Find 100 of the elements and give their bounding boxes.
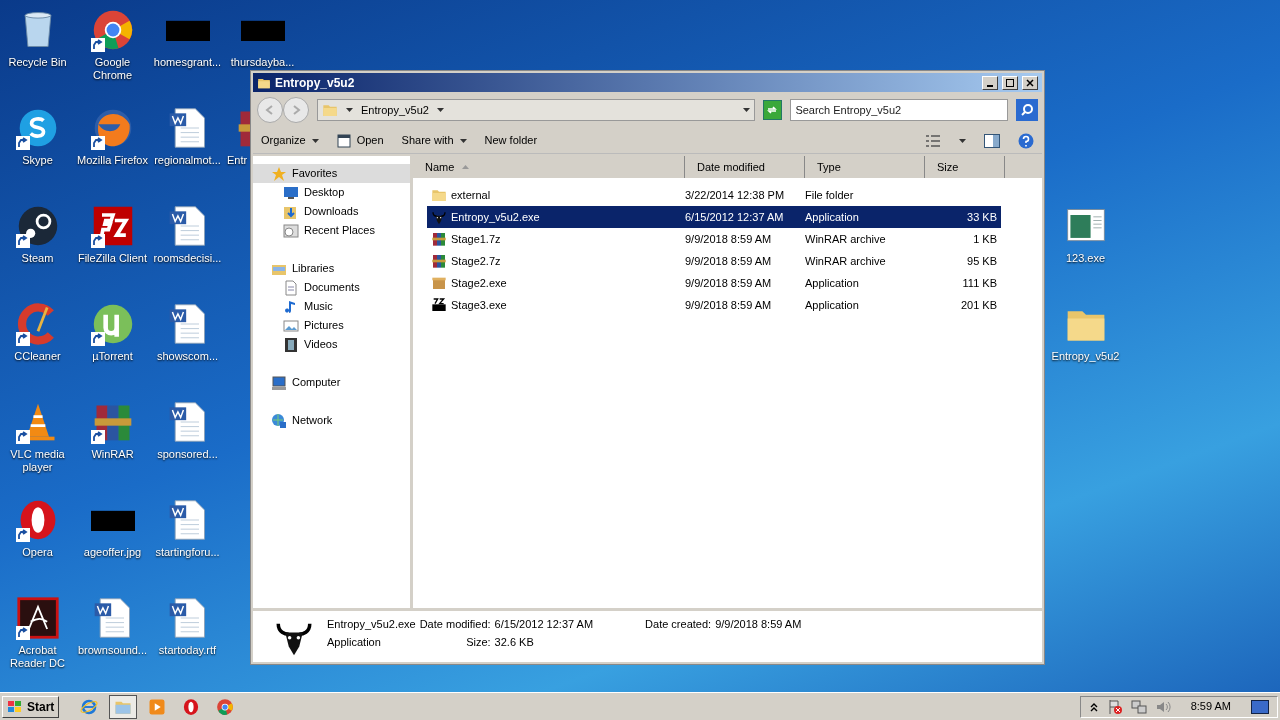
navigation-item[interactable]: Libraries bbox=[253, 259, 410, 278]
toolbar-button[interactable]: Organize bbox=[261, 132, 319, 149]
file-size: 95 KB bbox=[966, 253, 997, 269]
navigation-item[interactable]: Computer bbox=[253, 373, 410, 392]
desktop-icon-label[interactable]: regionalmot... bbox=[150, 154, 225, 167]
address-bar[interactable]: Entropy_v5u2 bbox=[317, 99, 755, 121]
taskbar-app-button[interactable] bbox=[109, 694, 138, 719]
file-date: 9/9/2018 8:59 AM bbox=[685, 297, 773, 313]
toolbar-button[interactable]: Share with bbox=[401, 132, 467, 149]
file-row[interactable]: Stage2.exe 9/9/2018 8:59 AM Application 111 KB bbox=[427, 272, 1001, 294]
desktop-icon-label[interactable]: Steam bbox=[0, 252, 75, 265]
navigation-item[interactable]: Pictures bbox=[253, 316, 410, 335]
desktop-icon-label[interactable]: brownsound... bbox=[75, 644, 150, 657]
search-icon bbox=[1020, 103, 1035, 117]
desktop-icon-label[interactable]: homesgrant... bbox=[150, 56, 225, 69]
media-player-icon bbox=[148, 697, 167, 716]
desktop-icon-label[interactable]: ageoffer.jpg bbox=[75, 546, 150, 559]
file-size: 33 KB bbox=[966, 209, 997, 225]
acrobat-icon bbox=[15, 596, 60, 640]
file-date: 3/22/2014 12:38 PM bbox=[685, 187, 786, 203]
details-label: Date created: bbox=[645, 617, 712, 632]
desktop-icon-label[interactable]: Opera bbox=[0, 546, 75, 559]
file-date: 9/9/2018 8:59 AM bbox=[685, 253, 773, 269]
picture-icon bbox=[283, 317, 299, 334]
refresh-arrows-icon bbox=[766, 104, 779, 116]
desktop-icon-label[interactable]: Skype bbox=[0, 154, 75, 167]
desktop-icon-label[interactable]: startoday.rtf bbox=[150, 644, 225, 657]
view-list-icon[interactable] bbox=[925, 133, 941, 148]
column-header[interactable]: Type bbox=[805, 156, 925, 178]
recent-places-icon bbox=[283, 222, 299, 239]
preview-pane-icon[interactable] bbox=[984, 133, 1000, 148]
desktop-icon-label[interactable]: roomsdecisi... bbox=[150, 252, 225, 265]
flag-error-icon[interactable] bbox=[1106, 698, 1123, 715]
details-value: 9/9/2018 8:59 AM bbox=[715, 617, 802, 632]
desktop-icon-label[interactable]: µTorrent bbox=[75, 350, 150, 363]
file-row[interactable]: Stage1.7z 9/9/2018 8:59 AM WinRAR archive 1 KB bbox=[427, 228, 1001, 250]
file-date: 6/15/2012 12:37 AM bbox=[685, 209, 785, 225]
file-name: Stage3.exe bbox=[451, 297, 507, 313]
navigation-item[interactable]: Downloads bbox=[253, 202, 410, 221]
navigation-item[interactable]: Favorites bbox=[253, 164, 410, 183]
help-icon[interactable] bbox=[1018, 132, 1034, 149]
desktop-icon-label[interactable]: startingforu... bbox=[150, 546, 225, 559]
file-type: WinRAR archive bbox=[805, 231, 887, 247]
desktop-icon-label[interactable]: Entropy_v5u2 bbox=[1048, 350, 1123, 363]
desktop-icon-label[interactable]: Mozilla Firefox bbox=[75, 154, 150, 167]
start-button[interactable]: Start bbox=[2, 695, 60, 718]
file-row[interactable]: Entropy_v5u2.exe 6/15/2012 12:37 AM Application 33 KB bbox=[427, 206, 1001, 228]
navigation-item[interactable]: Network bbox=[253, 411, 410, 430]
caret-icon bbox=[346, 108, 353, 112]
desktop-icon-label[interactable]: showscom... bbox=[150, 350, 225, 363]
folder-icon bbox=[322, 102, 338, 118]
computer-icon bbox=[271, 374, 287, 391]
maximize-button[interactable] bbox=[1002, 75, 1018, 90]
file-type: File folder bbox=[805, 187, 855, 203]
file-date: 9/9/2018 8:59 AM bbox=[685, 231, 773, 247]
file-row[interactable]: Stage2.7z 9/9/2018 8:59 AM WinRAR archive 95 KB bbox=[427, 250, 1001, 272]
column-header[interactable]: Name bbox=[413, 156, 685, 178]
navigation-item[interactable]: Documents bbox=[253, 278, 410, 297]
toolbar-button[interactable]: New folder bbox=[484, 132, 538, 149]
clock[interactable]: 8:59 AM bbox=[1178, 698, 1243, 715]
close-button[interactable] bbox=[1022, 75, 1038, 90]
file-row[interactable]: Stage3.exe 9/9/2018 8:59 AM Application 201 KB bbox=[427, 294, 1001, 316]
network-icon[interactable] bbox=[1130, 698, 1147, 715]
column-header[interactable]: Size bbox=[925, 156, 1005, 178]
sfx-archive-icon bbox=[431, 297, 447, 313]
chrome-icon bbox=[216, 697, 235, 716]
toolbar-button[interactable]: Open bbox=[336, 132, 384, 149]
file-row[interactable]: external 3/22/2014 12:38 PM File folder bbox=[427, 184, 1001, 206]
minimize-button[interactable] bbox=[982, 75, 998, 90]
file-type: Application bbox=[805, 275, 860, 291]
desktop-icon-label[interactable]: Google Chrome bbox=[75, 56, 150, 82]
film-strip-icon bbox=[283, 336, 299, 353]
file-name: Stage2.exe bbox=[451, 275, 507, 291]
navigation-item[interactable]: Desktop bbox=[253, 183, 410, 202]
chevron-up-icon[interactable] bbox=[1088, 701, 1099, 712]
desktop-icon-label[interactable]: FileZilla Client bbox=[75, 252, 150, 265]
navigation-item[interactable]: Music bbox=[253, 297, 410, 316]
navigation-item[interactable]: Recent Places bbox=[253, 221, 410, 240]
navigation-item[interactable]: Videos bbox=[253, 335, 410, 354]
desktop-icon-label[interactable]: thursdayba... bbox=[225, 56, 300, 69]
desktop-icon-label[interactable]: Acrobat Reader DC bbox=[0, 644, 75, 670]
file-size: 111 KB bbox=[961, 275, 997, 291]
desktop-icon-label[interactable]: Recycle Bin bbox=[0, 56, 75, 69]
desktop-icon-label[interactable]: CCleaner bbox=[0, 350, 75, 363]
search-field[interactable]: Search Entropy_v5u2 bbox=[790, 99, 1009, 121]
file-size: 1 KB bbox=[972, 231, 997, 247]
opera-icon bbox=[182, 697, 201, 716]
file-size: 201 KB bbox=[959, 297, 997, 313]
desktop-icon-label[interactable]: VLC media player bbox=[0, 448, 75, 474]
desktop-icon-label[interactable]: sponsored... bbox=[150, 448, 225, 461]
bull-skull-icon bbox=[431, 209, 447, 225]
search-button[interactable] bbox=[1016, 99, 1038, 121]
show-desktop-icon[interactable] bbox=[1251, 699, 1269, 714]
window-title: Entropy_v5u2 bbox=[275, 74, 355, 92]
refresh-button[interactable] bbox=[762, 100, 783, 120]
desktop-icon-label[interactable]: Entr bbox=[227, 154, 248, 167]
minimize-glyph-icon bbox=[987, 84, 993, 87]
desktop-icon-label[interactable]: WinRAR bbox=[75, 448, 150, 461]
desktop-icon-label[interactable]: 123.exe bbox=[1048, 252, 1123, 265]
column-header[interactable]: Date modified bbox=[685, 156, 805, 178]
